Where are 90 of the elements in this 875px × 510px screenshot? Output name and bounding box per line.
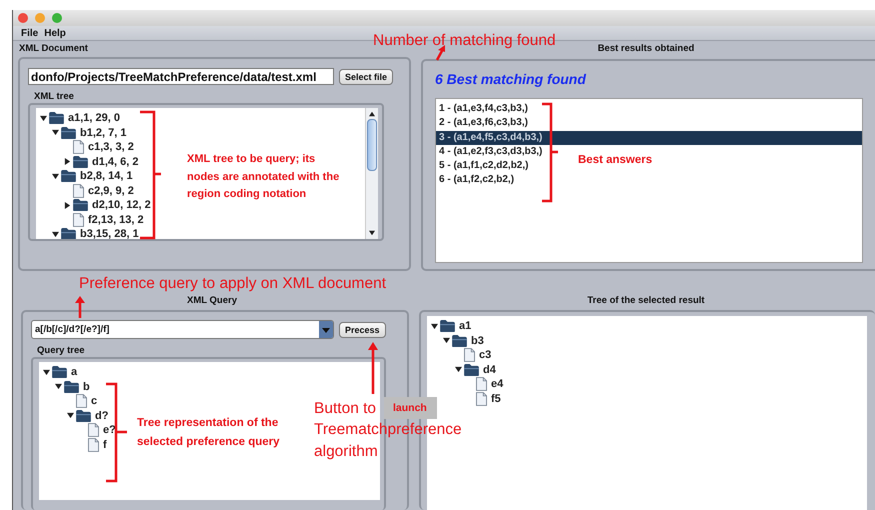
scrollbar[interactable] bbox=[365, 108, 378, 239]
annotation-arrow bbox=[368, 342, 378, 394]
tree-node-label[interactable]: d4 bbox=[483, 364, 496, 376]
folder-icon bbox=[440, 320, 455, 332]
match-count-label: 6 Best matching found bbox=[435, 71, 588, 87]
group-title: Tree of the selected result bbox=[587, 295, 705, 307]
folder-icon bbox=[452, 334, 467, 347]
folder-icon bbox=[61, 228, 76, 239]
result-item[interactable]: 6 - (a1,f2,c2,b2,) bbox=[436, 173, 514, 188]
result-item[interactable]: 1 - (a1,e3,f4,c3,b3,) bbox=[436, 102, 528, 116]
tree-node-label[interactable]: b bbox=[83, 380, 90, 393]
result-item[interactable]: 3 - (a1,e4,f5,c3,d4,b3,) bbox=[436, 130, 862, 145]
tree-node-label[interactable]: b1,2, 7, 1 bbox=[80, 126, 126, 139]
scroll-up-icon[interactable] bbox=[369, 111, 375, 117]
folder-icon bbox=[464, 364, 479, 376]
annotation-text: Button to bbox=[314, 400, 376, 418]
tree-title: XML tree bbox=[34, 91, 75, 102]
annotation-text: algorithm bbox=[314, 443, 378, 461]
expanded-triangle-icon[interactable] bbox=[52, 172, 59, 180]
process-button[interactable]: Precess bbox=[339, 322, 386, 338]
folder-icon bbox=[52, 366, 67, 378]
close-button[interactable] bbox=[18, 13, 28, 23]
expanded-triangle-icon[interactable] bbox=[431, 322, 438, 330]
tree-node-label[interactable]: c1,3, 3, 2 bbox=[88, 141, 134, 154]
annotation-text: Treematchpreference bbox=[314, 421, 462, 439]
tree-node-label[interactable]: e4 bbox=[491, 378, 504, 390]
tree-node-label[interactable]: c2,9, 9, 2 bbox=[88, 184, 134, 197]
folder-icon bbox=[61, 126, 76, 139]
tree-node-label[interactable]: a1 bbox=[459, 320, 472, 332]
file-icon bbox=[476, 377, 487, 392]
tree-node-label[interactable]: c bbox=[91, 395, 98, 408]
file-icon bbox=[73, 140, 84, 154]
collapsed-triangle-icon[interactable] bbox=[64, 158, 71, 166]
file-icon bbox=[76, 394, 87, 408]
group-title: XML Document bbox=[18, 43, 89, 55]
annotation-text: XML tree to be query; its nodes are annotated with the region coding notation bbox=[187, 152, 340, 202]
expanded-triangle-icon[interactable] bbox=[52, 129, 59, 136]
tree-node-label[interactable]: c3 bbox=[479, 349, 492, 362]
menu-item[interactable]: Help bbox=[44, 28, 66, 38]
expanded-triangle-icon[interactable] bbox=[443, 337, 450, 344]
folder-icon bbox=[61, 170, 76, 182]
expanded-triangle-icon[interactable] bbox=[67, 412, 74, 420]
result-item[interactable]: 2 - (a1,e3,f6,c3,b3,) bbox=[436, 116, 528, 131]
file-icon bbox=[73, 212, 84, 227]
select-file-button[interactable]: Select file bbox=[339, 68, 394, 84]
file-icon bbox=[476, 392, 487, 406]
file-icon bbox=[88, 423, 99, 438]
folder-icon bbox=[73, 199, 88, 212]
annotation-arrow bbox=[75, 296, 85, 318]
annotation-text: Preference query to apply on XML document bbox=[79, 275, 386, 293]
result-item[interactable]: 5 - (a1,f1,c2,d2,b2,) bbox=[436, 159, 528, 174]
tree-node-label[interactable]: f5 bbox=[491, 392, 501, 405]
menu-item[interactable]: File bbox=[21, 28, 38, 38]
tree-title: Query tree bbox=[37, 345, 86, 356]
group-title: Best results obtained bbox=[598, 43, 694, 55]
tree-node-label[interactable]: d1,4, 6, 2 bbox=[92, 156, 138, 168]
tree-node-label[interactable]: b3,15, 28, 1 bbox=[80, 228, 139, 239]
folder-icon bbox=[73, 156, 88, 168]
tree-node-label[interactable]: b3 bbox=[471, 334, 484, 347]
group-title: XML Query bbox=[187, 295, 237, 307]
folder-icon bbox=[76, 410, 91, 422]
result-item[interactable]: 4 - (a1,e2,f3,c3,d3,b3,) bbox=[436, 144, 542, 160]
annotation-text: Best answers bbox=[578, 153, 652, 168]
tree-node-label[interactable]: a1,1, 29, 0 bbox=[68, 112, 120, 124]
expanded-triangle-icon[interactable] bbox=[52, 230, 59, 238]
tree-node-label[interactable]: b2,8, 14, 1 bbox=[80, 170, 133, 182]
tree-node-label[interactable]: d2,10, 12, 2 bbox=[92, 199, 151, 212]
expanded-triangle-icon[interactable] bbox=[40, 114, 47, 122]
tree-node-label[interactable]: e? bbox=[103, 424, 116, 436]
expanded-triangle-icon[interactable] bbox=[455, 366, 462, 374]
folder-icon bbox=[64, 380, 79, 393]
query-dropdown[interactable]: a[/b[/c]/d?[/e?]/f] bbox=[31, 320, 334, 339]
annotation-text: Tree representation of the selected preference query bbox=[137, 416, 281, 450]
scroll-thumb[interactable] bbox=[367, 119, 377, 171]
file-icon bbox=[73, 184, 84, 198]
annotation-text: Number of matching found bbox=[373, 32, 556, 50]
file-icon bbox=[464, 348, 475, 362]
expanded-triangle-icon[interactable] bbox=[43, 368, 50, 376]
tree-node-label[interactable]: f bbox=[103, 438, 107, 451]
collapsed-triangle-icon[interactable] bbox=[64, 202, 71, 209]
dropdown-arrow-icon[interactable] bbox=[319, 321, 333, 338]
folder-icon bbox=[49, 112, 64, 124]
file-icon bbox=[88, 438, 99, 452]
scroll-down-icon[interactable] bbox=[369, 230, 375, 236]
file-path-field[interactable]: donfo/Projects/TreeMatchPreference/data/test.xml bbox=[28, 68, 334, 85]
annotation-highlight: launch bbox=[384, 397, 437, 419]
tree-node-label[interactable]: a bbox=[71, 366, 78, 378]
expanded-triangle-icon[interactable] bbox=[55, 383, 62, 390]
tree-node-label[interactable]: f2,13, 13, 2 bbox=[88, 214, 144, 226]
tree-node-label[interactable]: d? bbox=[95, 410, 108, 422]
